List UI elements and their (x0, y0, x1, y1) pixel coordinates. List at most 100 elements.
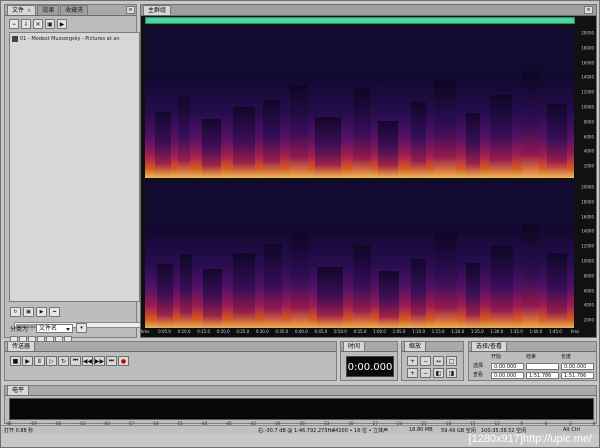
frequency-label: 20000 (581, 184, 594, 190)
timeline-label: 1:10.0 (412, 329, 426, 334)
selection-header-spacer (473, 354, 489, 361)
play-preview-icon[interactable]: ▶ (36, 306, 47, 317)
autoplay-icon[interactable]: ▣ (23, 306, 34, 317)
time-axis: hms 0:05.0 0:10.0 0:15.0 0:20.0 0:25.0 0:30.0 0… (141, 328, 579, 336)
levels-tabs: 电平 (5, 385, 596, 396)
pause-icon[interactable]: Ⅱ (34, 356, 45, 366)
audition-window: 文件 × 效果 收藏夹 ≡ ⌁ ⇩ ✕ ▣ ▶ 01 - Modest Musso… (0, 0, 600, 448)
band-bottom-13 (491, 246, 513, 329)
zoom-in-vertical-icon[interactable]: + (407, 368, 418, 378)
tab-main-group[interactable]: 主群组 (143, 5, 172, 15)
selection-grid: 开始 结束 长度 选择 0:00.000 0:00.000 查看 0:00.00… (473, 354, 594, 379)
save-icon[interactable]: ▣ (45, 19, 55, 29)
frequency-label: 16000 (581, 214, 594, 220)
zoom-tab-label: 缩放 (409, 343, 422, 350)
rewind-icon[interactable]: ◀◀ (82, 356, 93, 366)
status-open-time: 打开 0.88 秒 (4, 428, 34, 434)
frequency-label: 4000 (583, 302, 594, 308)
time-tabs: 时间 (341, 341, 397, 352)
frequency-label: 4000 (583, 148, 594, 154)
status-file-size: 18.80 MB (409, 427, 433, 433)
spectrogram-bottom-channel[interactable] (145, 181, 575, 329)
timeline-label: 1:00.0 (373, 329, 386, 334)
panel-menu-button[interactable]: ≡ (126, 6, 135, 14)
band-bottom-15 (547, 253, 567, 329)
time-display: 0:00.000 (346, 356, 394, 377)
spectrogram-top-channel[interactable] (145, 27, 575, 178)
import-icon[interactable]: ⇩ (21, 19, 31, 29)
band-top-14 (522, 71, 539, 178)
view-length-field[interactable]: 1:51.786 (561, 372, 594, 379)
tab-selection-view[interactable]: 选择/查看 (471, 341, 508, 351)
zoom-tabs: 缩放 (402, 341, 463, 352)
file-list[interactable]: 01 - Modest Mussorgsky - Pictures at an (9, 32, 145, 328)
frequency-label: 14000 (581, 74, 594, 80)
zoom-left-icon[interactable]: ◧ (433, 368, 444, 378)
tab-time[interactable]: 时间 (343, 341, 366, 351)
main-tab-label: 主群组 (148, 7, 167, 14)
frequency-axis-bottom: 20000 18000 16000 14000 12000 10000 8000 6000 40… (574, 181, 596, 329)
rewind-start-icon[interactable]: ⏮ (70, 356, 81, 366)
band-bottom-5 (264, 244, 282, 329)
file-item[interactable]: 01 - Modest Mussorgsky - Pictures at an (12, 35, 139, 43)
loop-icon[interactable]: ↻ (10, 306, 21, 317)
band-top-8 (353, 89, 371, 178)
play-icon[interactable]: ▶ (57, 19, 67, 29)
zoom-out-vertical-icon[interactable]: − (420, 368, 431, 378)
timeline-label: 1:15.0 (431, 329, 445, 334)
frequency-label: 8000 (583, 273, 594, 279)
levels-tab-label: 电平 (12, 387, 25, 394)
tab-favorites[interactable]: 收藏夹 (60, 5, 89, 15)
stop-icon[interactable]: ■ (10, 356, 21, 366)
selection-start-field[interactable]: 0:00.000 (491, 363, 524, 370)
volume-slider[interactable]: ━ (49, 306, 60, 317)
view-end-field[interactable]: 1:51.786 (526, 372, 559, 379)
frequency-label: 18000 (581, 199, 594, 205)
sort-select[interactable]: 文件名 (36, 323, 74, 333)
view-options-button[interactable]: ▾ (76, 323, 88, 333)
zoom-right-icon[interactable]: ◨ (446, 368, 457, 378)
selection-end-field[interactable] (526, 363, 559, 370)
file-tabs: 文件 × 效果 收藏夹 (5, 5, 136, 16)
tab-favorites-label: 收藏夹 (65, 7, 84, 14)
tab-effects-label: 效果 (42, 7, 55, 14)
timeline-label: 0:50.0 (334, 329, 347, 334)
zoom-in-horizontal-icon[interactable]: + (407, 356, 418, 366)
time-tab-label: 时间 (348, 343, 361, 350)
selection-row-label: 选择 (473, 363, 484, 369)
end-header: 结束 (526, 354, 537, 360)
fast-forward-icon[interactable]: ▶▶ (94, 356, 105, 366)
record-icon[interactable]: ● (118, 356, 129, 366)
tab-zoom[interactable]: 缩放 (404, 341, 427, 351)
watermark: [1280x917]http://upic.me/ (468, 433, 592, 445)
tab-transport[interactable]: 传送器 (7, 341, 36, 351)
frequency-label: 6000 (583, 134, 594, 140)
timeline-label: 0:10.0 (177, 329, 191, 334)
frequency-label: 20000 (581, 30, 594, 36)
time-panel: 时间 0:00.000 (340, 341, 398, 381)
zoom-full-icon[interactable]: ↔ (433, 356, 444, 366)
tab-files[interactable]: 文件 × (7, 5, 37, 15)
timeline-label: 0:15.0 (197, 329, 211, 334)
close-icon[interactable]: × (27, 8, 31, 14)
editor-menu-button[interactable]: ≡ (584, 6, 593, 14)
selection-length-field[interactable]: 0:00.000 (561, 363, 594, 370)
frequency-label: 12000 (581, 243, 594, 249)
forward-end-icon[interactable]: ⏭ (106, 356, 117, 366)
open-file-icon[interactable]: ⌁ (9, 19, 19, 29)
timeline-label: 1:20.0 (451, 329, 465, 334)
tab-levels[interactable]: 电平 (7, 385, 30, 395)
loop-icon[interactable]: ↻ (58, 356, 69, 366)
close-file-icon[interactable]: ✕ (33, 19, 43, 29)
band-bottom-8 (353, 245, 371, 329)
play-icon[interactable]: ▶ (22, 356, 33, 366)
view-start-field[interactable]: 0:00.000 (491, 372, 524, 379)
zoom-out-horizontal-icon[interactable]: − (420, 356, 431, 366)
band-bottom-4 (233, 253, 255, 329)
frequency-label: 18000 (581, 45, 594, 51)
frequency-label: 14000 (581, 228, 594, 234)
overview-bar[interactable] (145, 17, 575, 24)
zoom-selection-icon[interactable]: □ (446, 356, 457, 366)
tab-effects[interactable]: 效果 (37, 5, 60, 15)
play-from-cursor-icon[interactable]: ▷ (46, 356, 57, 366)
